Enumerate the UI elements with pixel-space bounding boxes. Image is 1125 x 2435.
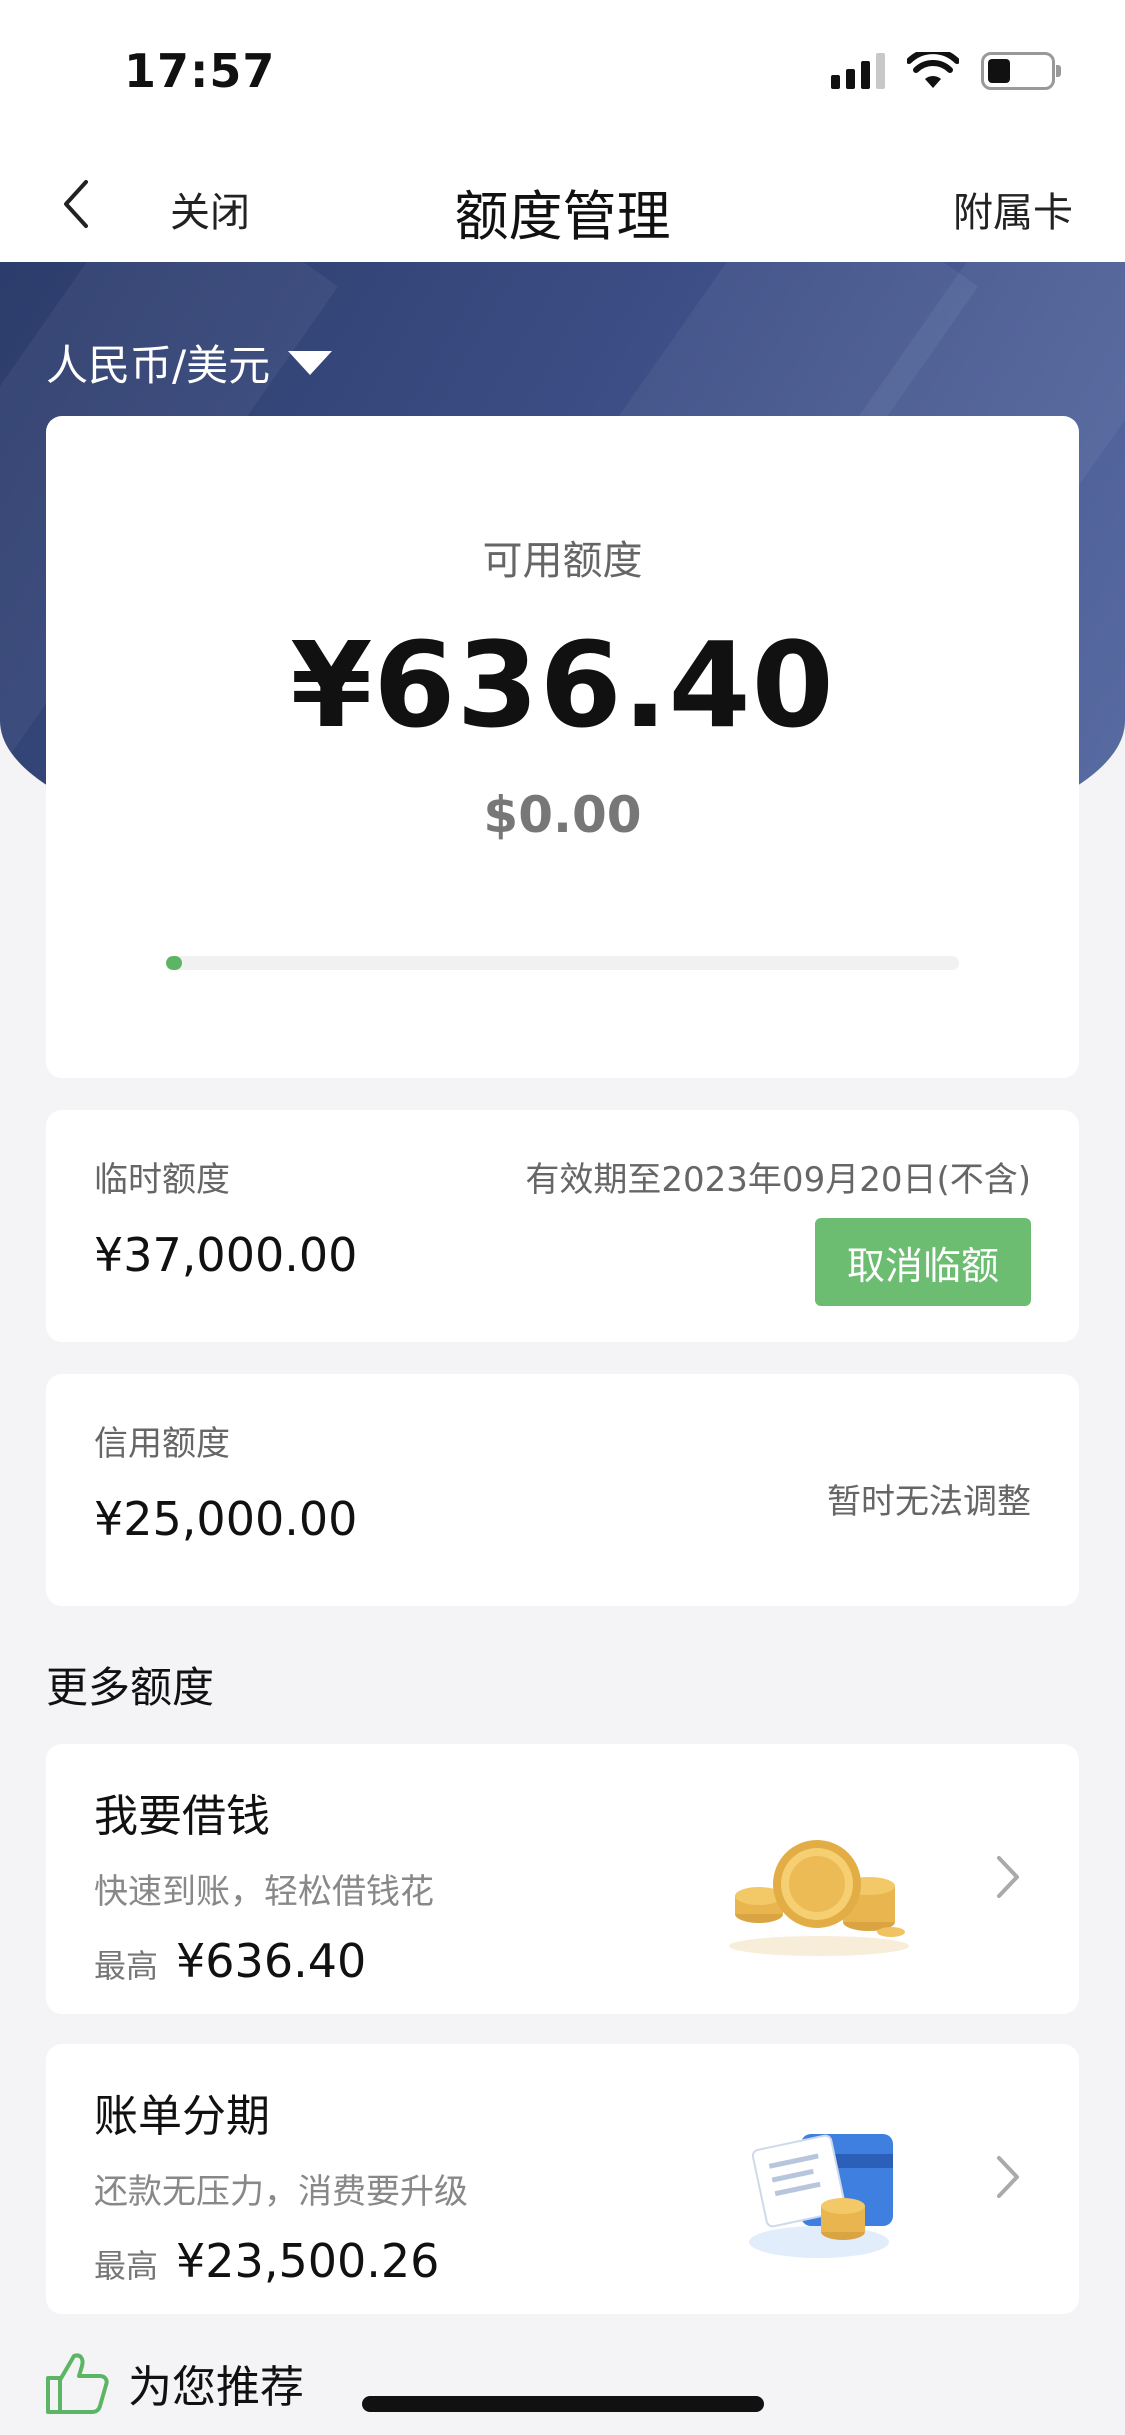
thumbs-up-icon (46, 2353, 109, 2414)
loan-max: 最高 ¥636.40 (94, 1934, 366, 1988)
signal-bar (831, 75, 840, 89)
battery-icon (981, 52, 1061, 90)
temporary-limit-amount: ¥37,000.00 (94, 1228, 358, 1282)
signal-bar (876, 53, 885, 89)
status-time: 17:57 (124, 44, 276, 98)
loan-subtitle: 快速到账，轻松借钱花 (94, 1872, 434, 1912)
loan-card[interactable]: 我要借钱 快速到账，轻松借钱花 最高 ¥636.40 (46, 1744, 1079, 2014)
recommend-header: 为您推荐 (42, 2348, 304, 2418)
installment-title: 账单分期 (94, 2091, 270, 2142)
status-icons (831, 52, 1061, 90)
status-bar: 17:57 (0, 0, 1125, 150)
available-credit-card: 可用额度 ¥636.40 $0.00 (46, 416, 1079, 1078)
wifi-icon (907, 52, 959, 88)
loan-title: 我要借钱 (94, 1791, 270, 1842)
signal-bar (846, 69, 855, 89)
installment-max-amount: ¥23,500.26 (176, 2234, 440, 2288)
currency-selector-label: 人民币/美元 (46, 341, 271, 390)
recommend-label: 为您推荐 (128, 2362, 304, 2413)
bill-card-icon (749, 2134, 893, 2258)
temporary-limit-label: 临时额度 (94, 1160, 230, 1200)
credit-limit-amount: ¥25,000.00 (94, 1492, 358, 1546)
close-button[interactable]: 关闭 (170, 180, 250, 238)
loan-max-label: 最高 (94, 1947, 159, 1985)
chevron-right-icon (997, 2156, 1019, 2198)
home-indicator[interactable] (362, 2396, 764, 2412)
cancel-temporary-limit-button[interactable]: 取消临额 (815, 1218, 1031, 1306)
currency-selector[interactable]: 人民币/美元 (46, 332, 333, 393)
installment-subtitle: 还款无压力，消费要升级 (94, 2172, 468, 2212)
usage-progress-bar (166, 956, 959, 970)
usage-progress-fill (166, 956, 182, 970)
chevron-right-icon (997, 1856, 1019, 1898)
installment-card[interactable]: 账单分期 还款无压力，消费要升级 最高 ¥23,500.26 (46, 2044, 1079, 2314)
more-limits-title: 更多额度 (46, 1663, 215, 1712)
caret-down-icon (288, 350, 333, 375)
loan-max-amount: ¥636.40 (176, 1934, 367, 1988)
temporary-limit-expiry: 有效期至2023年09月20日(不含) (525, 1160, 1031, 1200)
credit-limit-card: 信用额度 ¥25,000.00 暂时无法调整 (46, 1374, 1079, 1606)
signal-icon (831, 53, 885, 89)
signal-bar (861, 61, 870, 89)
credit-limit-note: 暂时无法调整 (827, 1482, 1031, 1522)
credit-limit-label: 信用额度 (94, 1424, 230, 1464)
available-amount-cny: ¥636.40 (290, 616, 835, 754)
supplementary-card-button[interactable]: 附属卡 (953, 180, 1073, 238)
battery-level (988, 59, 1010, 83)
installment-max-label: 最高 (94, 2247, 159, 2285)
available-label: 可用额度 (482, 538, 643, 584)
installment-max: 最高 ¥23,500.26 (94, 2234, 439, 2288)
available-amount-usd: $0.00 (483, 786, 642, 844)
coins-icon (729, 1840, 909, 1956)
nav-bar: 关闭 额度管理 附属卡 (0, 150, 1125, 262)
temporary-limit-card: 临时额度 有效期至2023年09月20日(不含) ¥37,000.00 取消临额 (46, 1110, 1079, 1342)
back-chevron-icon[interactable] (52, 174, 102, 234)
